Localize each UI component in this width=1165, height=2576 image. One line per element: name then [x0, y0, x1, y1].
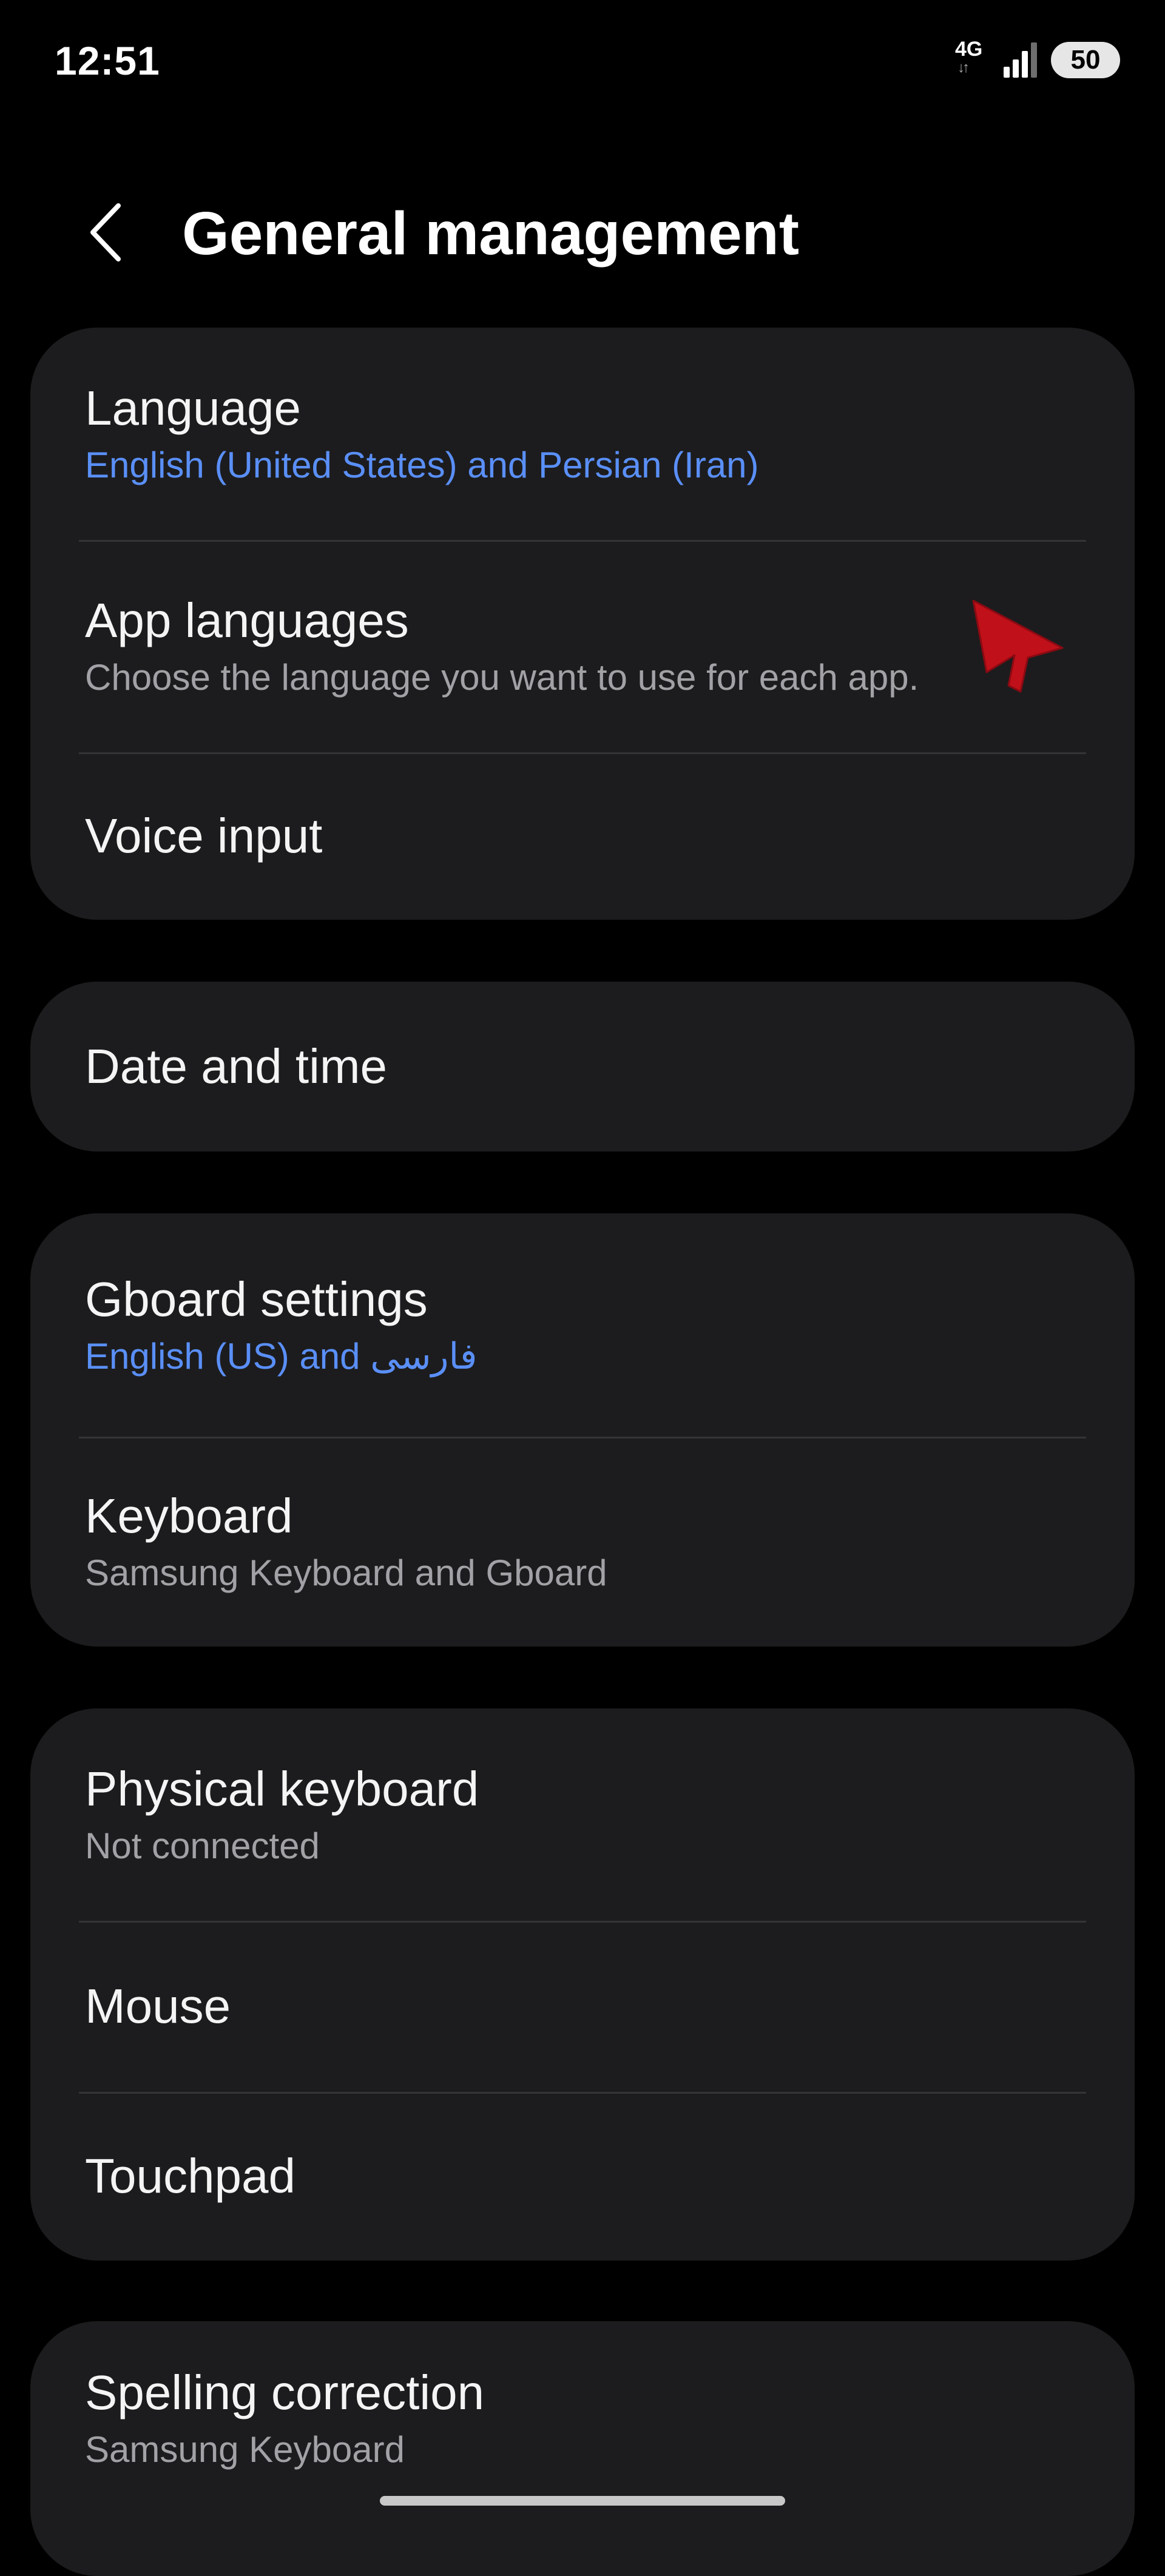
mouse-pointer-icon — [962, 595, 1065, 698]
language-item-title: Language — [85, 381, 301, 435]
network-type-label: 4G — [955, 38, 983, 61]
chevron-left-icon — [88, 202, 124, 266]
language-item[interactable]: Language English (United States) and Per… — [30, 328, 1135, 540]
battery-indicator: 50 — [1051, 42, 1120, 78]
keyboard-item-subtitle: Samsung Keyboard and Gboard — [85, 1553, 607, 1593]
spelling-correction-item[interactable]: Spelling correction Samsung Keyboard — [30, 2321, 1135, 2515]
spelling-correction-item-subtitle: Samsung Keyboard — [85, 2429, 405, 2470]
keyboard-item[interactable]: Keyboard Samsung Keyboard and Gboard — [30, 1437, 1135, 1647]
gboard-settings-item-subtitle: English (US) and فارسی — [85, 1336, 478, 1377]
mouse-item[interactable]: Mouse — [30, 1921, 1135, 2092]
status-bar: 12:51 4G ↓↑ 50 — [0, 0, 1165, 121]
language-item-subtitle: English (United States) and Persian (Ira… — [85, 445, 759, 485]
date-and-time-item[interactable]: Date and time — [30, 982, 1135, 1151]
network-type-indicator: 4G ↓↑ — [955, 39, 990, 81]
page-header: General management — [0, 182, 1165, 285]
mouse-item-title: Mouse — [85, 1979, 231, 2033]
back-button[interactable] — [73, 200, 140, 267]
signal-bars-icon — [1004, 42, 1038, 78]
page-title: General management — [182, 200, 800, 268]
battery-level: 50 — [1070, 45, 1101, 75]
input-devices-card: Physical keyboard Not connected Mouse To… — [30, 1708, 1135, 2261]
status-time: 12:51 — [55, 38, 160, 83]
spelling-card: Spelling correction Samsung Keyboard — [30, 2321, 1135, 2576]
physical-keyboard-item-subtitle: Not connected — [85, 1826, 320, 1866]
keyboard-settings-card: Gboard settings English (US) and فارسی K… — [30, 1213, 1135, 1647]
app-languages-item-subtitle: Choose the language you want to use for … — [85, 657, 919, 698]
voice-input-item[interactable]: Voice input — [30, 752, 1135, 920]
gboard-settings-item[interactable]: Gboard settings English (US) and فارسی — [30, 1213, 1135, 1437]
keyboard-item-title: Keyboard — [85, 1489, 293, 1543]
physical-keyboard-item[interactable]: Physical keyboard Not connected — [30, 1708, 1135, 1921]
date-time-card: Date and time — [30, 982, 1135, 1151]
voice-input-item-title: Voice input — [85, 809, 323, 863]
touchpad-item-title: Touchpad — [85, 2149, 295, 2203]
status-icons: 4G ↓↑ 50 — [955, 39, 1120, 81]
data-arrows-icon: ↓↑ — [957, 59, 970, 76]
app-languages-item-title: App languages — [85, 593, 409, 647]
touchpad-item[interactable]: Touchpad — [30, 2092, 1135, 2261]
date-and-time-item-title: Date and time — [85, 1039, 388, 1093]
spelling-correction-item-title: Spelling correction — [85, 2365, 485, 2419]
gboard-settings-item-title: Gboard settings — [85, 1272, 428, 1326]
home-indicator[interactable] — [380, 2496, 785, 2506]
physical-keyboard-item-title: Physical keyboard — [85, 1762, 479, 1816]
